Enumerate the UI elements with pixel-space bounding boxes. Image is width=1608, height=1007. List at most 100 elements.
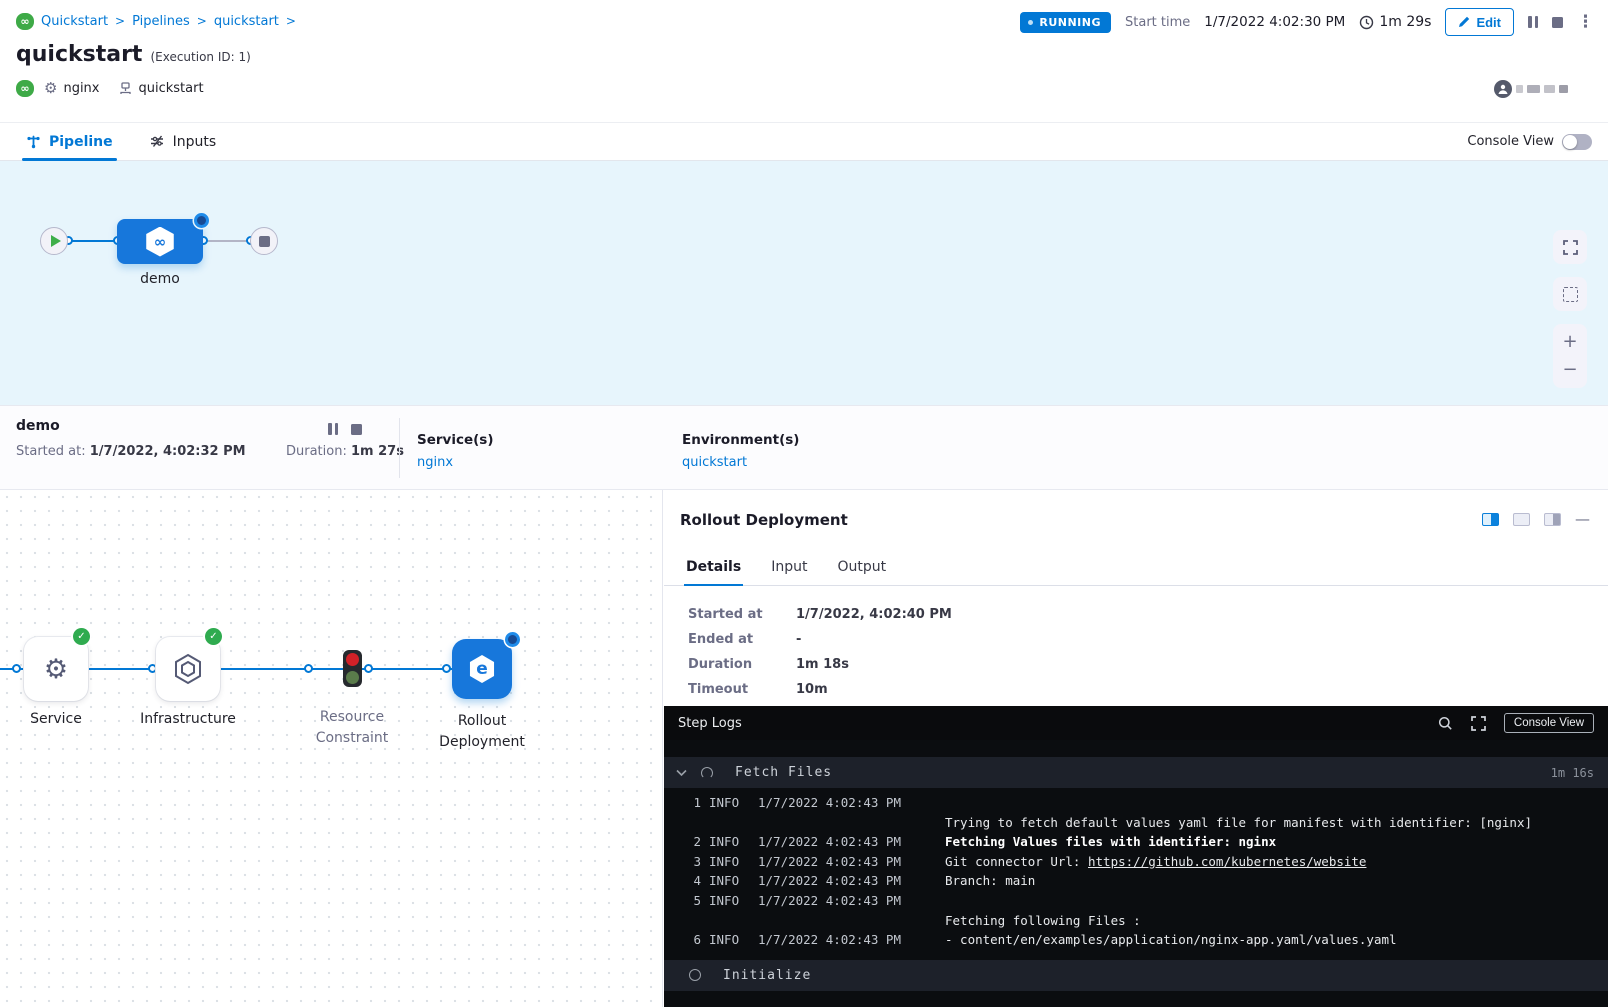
log-lines: 1INFO1/7/2022 4:02:43 PMTrying to fetch … <box>664 788 1608 954</box>
running-spinner-icon <box>194 213 209 228</box>
log-section-name: Initialize <box>723 968 811 983</box>
tab-input[interactable]: Input <box>771 548 807 585</box>
breadcrumb-link-pipelines[interactable]: Pipelines <box>132 14 190 29</box>
running-spinner-icon <box>701 767 713 779</box>
tab-output[interactable]: Output <box>837 548 886 585</box>
log-section-duration: 1m 16s <box>1551 766 1594 780</box>
step-node-resource-constraint[interactable] <box>343 650 362 687</box>
detail-row: Duration1m 18s <box>688 652 952 677</box>
step-logs-title: Step Logs <box>678 716 742 731</box>
edge-port <box>442 664 451 673</box>
tab-inputs[interactable]: Inputs <box>149 123 217 160</box>
zoom-out-button[interactable]: − <box>1562 361 1577 379</box>
pipeline-canvas[interactable]: ∞ demo + − <box>0 161 1608 405</box>
marquee-select-button[interactable] <box>1553 277 1587 311</box>
stage-node-demo[interactable]: ∞ <box>117 219 203 264</box>
stage-pause-button[interactable] <box>328 423 338 435</box>
play-icon <box>51 235 61 247</box>
execution-id: (Execution ID: 1) <box>150 50 250 64</box>
pause-button[interactable] <box>1528 16 1538 28</box>
step-node-service[interactable]: ⚙ ✓ <box>24 637 88 701</box>
environment-icon <box>118 81 133 96</box>
stage-node-label: demo <box>117 271 203 287</box>
edit-button[interactable]: Edit <box>1445 8 1514 36</box>
start-time-label: Start time <box>1125 15 1190 30</box>
services-label: Service(s) <box>417 432 494 448</box>
console-view-toggle[interactable] <box>1562 134 1592 150</box>
layout-bottom-view-icon[interactable] <box>1513 513 1530 526</box>
step-panel-tabs: Details Input Output <box>664 548 1608 586</box>
console-view-label: Console View <box>1467 134 1554 149</box>
log-section-fetch-files[interactable]: Fetch Files 1m 16s <box>664 757 1608 788</box>
rollout-icon: e <box>468 655 496 683</box>
environment-link[interactable]: quickstart <box>682 455 799 470</box>
step-details-panel: Rollout Deployment — Details Input Outpu… <box>664 490 1608 1007</box>
step-label-resource-constraint: Resource Constraint <box>302 707 402 749</box>
redacted-text <box>1559 85 1568 93</box>
edge <box>203 240 250 242</box>
stage-step-canvas[interactable]: ⚙ ✓ Service ✓ Infrastructure Resource Co… <box>0 490 663 1007</box>
log-row: Fetching following Files : <box>664 911 1608 931</box>
inputs-icon <box>149 134 165 149</box>
step-node-rollout-deployment[interactable]: e <box>452 639 512 699</box>
search-icon[interactable] <box>1438 716 1453 731</box>
success-check-icon: ✓ <box>205 628 222 645</box>
step-node-infrastructure[interactable]: ✓ <box>156 637 220 701</box>
traffic-red-icon <box>346 653 359 666</box>
log-row: 1INFO1/7/2022 4:02:43 PM <box>664 793 1608 813</box>
breadcrumb-link-project[interactable]: Quickstart <box>41 14 108 29</box>
start-time-value: 1/7/2022 4:02:30 PM <box>1204 14 1345 30</box>
harness-cd-icon: ∞ <box>16 13 34 30</box>
zoom-in-button[interactable]: + <box>1562 333 1577 351</box>
clock-icon <box>1359 15 1374 30</box>
environment-tag: quickstart <box>118 81 204 96</box>
layout-right-view-icon[interactable] <box>1544 513 1561 526</box>
log-console[interactable]: Fetch Files 1m 16s 1INFO1/7/2022 4:02:43… <box>664 740 1608 1007</box>
logs-console-view-button[interactable]: Console View <box>1504 713 1594 733</box>
pipeline-end-node[interactable] <box>250 227 278 255</box>
hexagon-icon <box>173 653 203 685</box>
kebab-menu-icon[interactable]: ⋮ <box>1577 14 1594 31</box>
edge-port <box>364 664 373 673</box>
running-spinner-icon <box>505 632 520 647</box>
step-label-rollout-deployment: Rollout Deployment <box>427 711 537 753</box>
page-header: ∞ Quickstart > Pipelines > quickstart > … <box>0 0 1608 122</box>
execution-info-bar: demo Started at: 1/7/2022, 4:02:32 PM Du… <box>0 405 1608 490</box>
duration-value: 1m 27s <box>351 444 404 459</box>
tab-pipeline[interactable]: Pipeline <box>26 123 113 160</box>
duration-label: Duration: <box>286 444 347 459</box>
stop-node-icon <box>259 236 270 247</box>
breadcrumb-separator: > <box>286 14 296 28</box>
service-link[interactable]: nginx <box>417 455 494 470</box>
log-section-initialize[interactable]: Initialize <box>664 960 1608 991</box>
redacted-text <box>1527 85 1540 93</box>
layout-split-view-icon[interactable] <box>1482 513 1499 526</box>
log-row: Trying to fetch default values yaml file… <box>664 813 1608 833</box>
detail-row: Started at1/7/2022, 4:02:40 PM <box>688 602 952 627</box>
log-row: 5INFO1/7/2022 4:02:43 PM <box>664 891 1608 911</box>
pipeline-start-node[interactable] <box>40 227 68 255</box>
person-icon <box>1497 83 1509 95</box>
pipeline-icon <box>26 134 41 149</box>
fit-to-screen-button[interactable] <box>1553 230 1587 264</box>
chevron-down-icon <box>676 769 687 777</box>
minimize-panel-icon[interactable]: — <box>1575 512 1590 527</box>
view-tabbar: Pipeline Inputs Console View <box>0 122 1608 161</box>
success-check-icon: ✓ <box>73 628 90 645</box>
breadcrumb-separator: > <box>115 14 125 28</box>
edge-port <box>12 664 21 673</box>
tab-details[interactable]: Details <box>686 548 741 585</box>
log-row: 4INFO1/7/2022 4:02:43 PMBranch: main <box>664 871 1608 891</box>
status-dot-icon <box>1028 20 1033 25</box>
log-row: 2INFO1/7/2022 4:02:43 PMFetching Values … <box>664 832 1608 852</box>
started-at-value: 1/7/2022, 4:02:32 PM <box>90 444 246 459</box>
gear-icon: ⚙ <box>44 81 57 96</box>
running-stage-name: demo <box>16 418 60 434</box>
stage-stop-button[interactable] <box>351 424 362 435</box>
log-link[interactable]: https://github.com/kubernetes/website <box>1088 854 1366 869</box>
stop-button[interactable] <box>1552 17 1563 28</box>
breadcrumb-link-pipeline[interactable]: quickstart <box>214 14 279 29</box>
expand-logs-icon[interactable] <box>1471 716 1486 731</box>
log-section-name: Fetch Files <box>735 765 832 780</box>
pending-circle-icon <box>689 969 701 981</box>
